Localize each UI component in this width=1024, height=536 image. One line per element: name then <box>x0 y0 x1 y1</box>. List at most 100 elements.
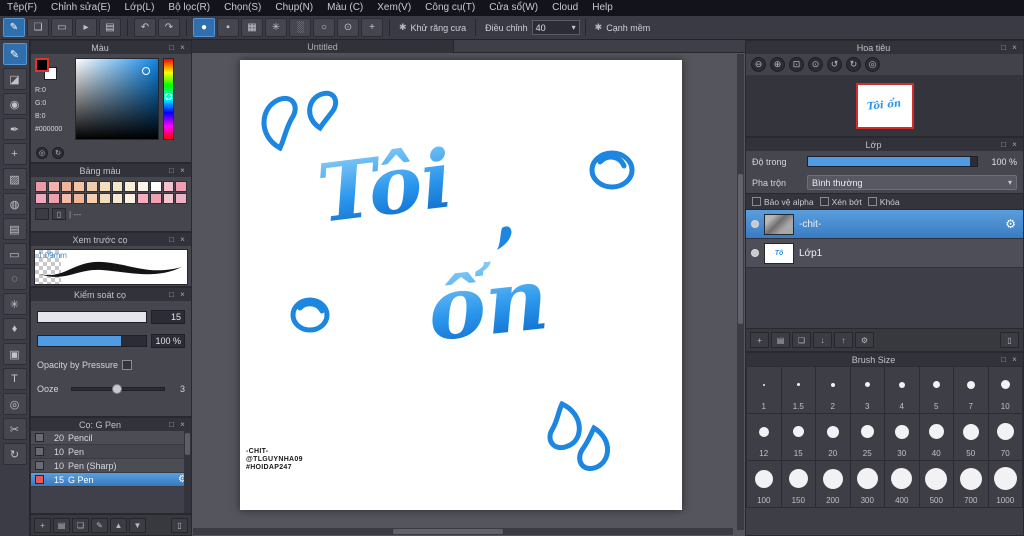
pointer-icon[interactable]: ▸ <box>75 18 97 37</box>
brush-down-icon[interactable]: ▼ <box>129 517 146 533</box>
palette-swatch[interactable] <box>47 193 60 204</box>
close-icon[interactable]: × <box>1009 140 1020 150</box>
undo-icon[interactable]: ↶ <box>134 18 156 37</box>
horizontal-scrollbar[interactable] <box>193 528 733 535</box>
menu-tools[interactable]: Công cụ(T) <box>418 0 482 16</box>
fg-bg-swatches[interactable] <box>35 58 59 82</box>
soft-edge-label[interactable]: Cạnh mềm <box>606 23 650 33</box>
brush-size-cell[interactable]: 700 <box>954 461 988 507</box>
brush-size-cell[interactable]: 15 <box>781 414 815 460</box>
palette-swatch[interactable] <box>35 181 47 192</box>
clipping-option[interactable]: Xén bớt <box>819 197 862 207</box>
layer-visibility-icon[interactable] <box>751 220 759 228</box>
scrollbar-thumb[interactable] <box>738 174 743 324</box>
actual-size-icon[interactable]: ⊙ <box>808 57 823 72</box>
menu-snap[interactable]: Chụp(N) <box>268 0 320 16</box>
popout-icon[interactable]: □ <box>998 43 1009 53</box>
brush-size-cell[interactable]: 30 <box>885 414 919 460</box>
pen-tool-icon[interactable]: ✒ <box>2 118 27 140</box>
gradient-tool-icon[interactable]: ▤ <box>2 218 27 240</box>
brush-list-item[interactable]: 10 Pen (Sharp) <box>31 459 191 473</box>
brush-list-item-selected[interactable]: 15 G Pen ⚙ <box>31 473 191 487</box>
popout-icon[interactable]: □ <box>166 43 177 53</box>
canvas[interactable]: Tôi ổn -CHIT- @TLGUYNHA09 #HOIDAP247 <box>240 60 682 510</box>
brush-size-cell[interactable]: 1.5 <box>781 367 815 413</box>
blend-mode-dropdown[interactable]: Bình thường ▾ <box>807 175 1017 190</box>
brush-size-cell[interactable]: 40 <box>919 414 953 460</box>
palette-swatch[interactable] <box>124 193 136 204</box>
popout-icon[interactable]: □ <box>166 166 177 176</box>
menu-view[interactable]: Xem(V) <box>370 0 418 16</box>
close-icon[interactable]: × <box>177 290 188 300</box>
eyedropper-tool-icon[interactable]: ◎ <box>2 393 27 415</box>
menu-cloud[interactable]: Cloud <box>545 0 585 16</box>
brush-size-cell[interactable]: 12 <box>747 414 781 460</box>
eraser-tool-icon[interactable]: ◪ <box>2 68 27 90</box>
menu-filter[interactable]: Bộ lọc(R) <box>161 0 217 16</box>
palette-swatch[interactable] <box>60 193 73 204</box>
brush-size-cell[interactable]: 7 <box>954 367 988 413</box>
zoom-out-icon[interactable]: ⊖ <box>751 57 766 72</box>
new-folder-icon[interactable]: ▤ <box>771 332 790 348</box>
palette-swatch[interactable] <box>175 193 187 204</box>
stamp-tool-icon[interactable]: ♦ <box>2 318 27 340</box>
layer-row[interactable]: Tô Lớp1 <box>746 239 1023 268</box>
fill-tool-icon[interactable]: ▨ <box>2 168 27 190</box>
brush-size-cell[interactable]: 10 <box>988 367 1022 413</box>
brush-list-item[interactable]: 20 Pencil <box>31 431 191 445</box>
palette-swatch[interactable] <box>162 181 175 192</box>
reset-view-icon[interactable]: ◎ <box>865 57 880 72</box>
rotate-ccw-icon[interactable]: ↺ <box>827 57 842 72</box>
protect-alpha-option[interactable]: Bảo vệ alpha <box>752 197 814 207</box>
palette-swatch[interactable] <box>60 181 73 192</box>
edit-brush-icon[interactable]: ✎ <box>91 517 108 533</box>
layer-settings-gear-icon[interactable]: ⚙ <box>1005 217 1016 231</box>
redo-icon[interactable]: ↷ <box>158 18 180 37</box>
brush-size-cell[interactable]: 100 <box>747 461 781 507</box>
tip-star-icon[interactable]: ✳ <box>265 18 287 37</box>
text-tool-icon[interactable]: T <box>2 368 27 390</box>
popout-icon[interactable]: □ <box>166 290 177 300</box>
close-icon[interactable]: × <box>1009 43 1020 53</box>
add-color-icon[interactable] <box>35 208 49 220</box>
move-tool-icon[interactable]: + <box>2 143 27 165</box>
add-brush-icon[interactable]: + <box>34 517 51 533</box>
brush-size-cell[interactable]: 2 <box>816 367 850 413</box>
scrollbar-thumb[interactable] <box>185 433 190 455</box>
palette-swatch[interactable] <box>47 181 60 192</box>
menu-file[interactable]: Tệp(F) <box>0 0 44 16</box>
hue-indicator[interactable] <box>165 92 172 100</box>
brush-size-slider[interactable] <box>37 310 147 323</box>
tip-ring-icon[interactable]: ○ <box>313 18 335 37</box>
lock-checkbox[interactable] <box>867 197 877 206</box>
brush-size-cell[interactable]: 5 <box>919 367 953 413</box>
delete-layer-icon[interactable]: ▯ <box>1000 332 1019 348</box>
protect-alpha-checkbox[interactable] <box>752 197 761 206</box>
hue-slider[interactable] <box>163 58 174 140</box>
foreground-color-swatch[interactable] <box>35 58 49 72</box>
layer-settings-icon[interactable]: ⚙ <box>855 332 874 348</box>
palette-swatch[interactable] <box>86 181 98 192</box>
tip-spray-icon[interactable]: ░ <box>289 18 311 37</box>
rotate-cw-icon[interactable]: ↻ <box>846 57 861 72</box>
brush-list-scrollbar[interactable] <box>184 431 191 513</box>
palette-swatch[interactable] <box>111 193 124 204</box>
duplicate-brush-icon[interactable]: ❏ <box>72 517 89 533</box>
move-up-icon[interactable]: ↑ <box>834 332 853 348</box>
palette-swatch[interactable] <box>73 193 85 204</box>
brush-size-cell[interactable]: 300 <box>850 461 884 507</box>
palette-swatch[interactable] <box>73 181 85 192</box>
panel-tool-icon[interactable]: ▣ <box>2 343 27 365</box>
brush-up-icon[interactable]: ▲ <box>110 517 127 533</box>
rotate-tool-icon[interactable]: ↻ <box>2 443 27 465</box>
vertical-scrollbar[interactable] <box>737 54 744 530</box>
window-icon[interactable]: ▭ <box>51 18 73 37</box>
brush-size-cell[interactable]: 500 <box>919 461 953 507</box>
menu-window[interactable]: Cửa sổ(W) <box>482 0 545 16</box>
panels-icon[interactable]: ❏ <box>27 18 49 37</box>
menu-help[interactable]: Help <box>585 0 620 16</box>
palette-swatch[interactable] <box>149 193 162 204</box>
sv-indicator[interactable] <box>142 67 150 75</box>
tip-circle-icon[interactable]: ● <box>193 18 215 37</box>
close-icon[interactable]: × <box>177 235 188 245</box>
